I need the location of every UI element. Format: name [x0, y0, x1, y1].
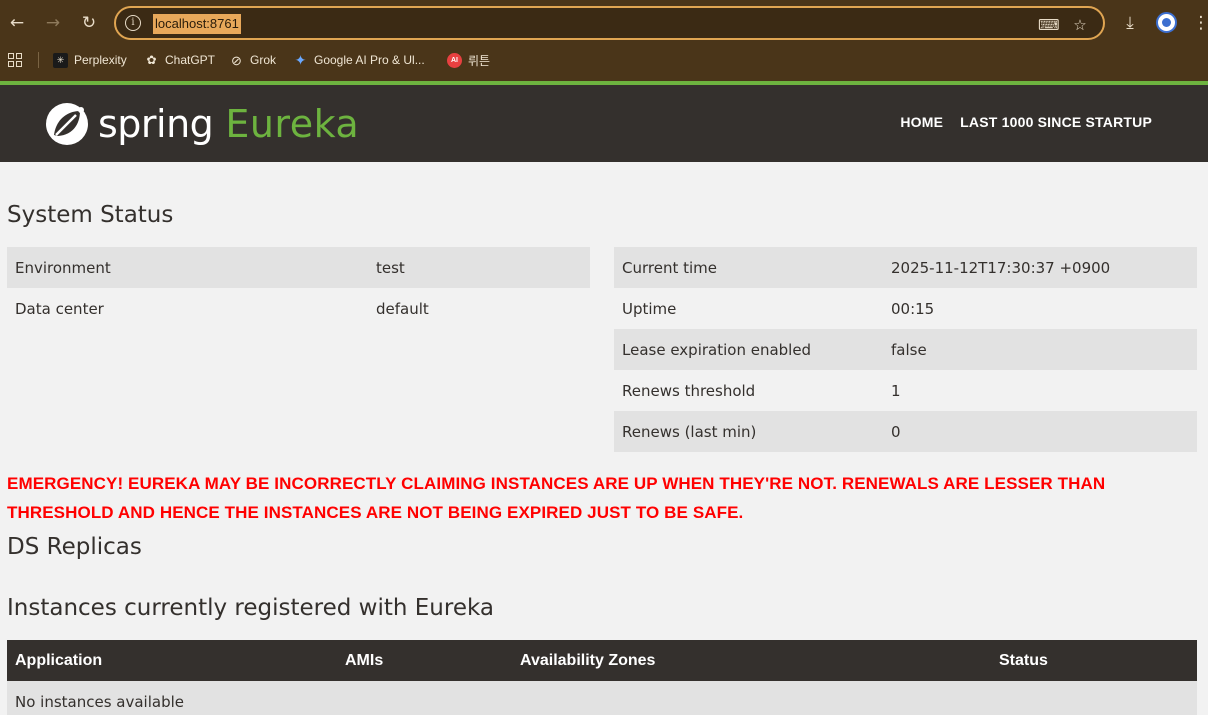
table-row: Current time 2025-11-12T17:30:37 +0900: [614, 247, 1197, 288]
status-value: 2025-11-12T17:30:37 +0900: [891, 258, 1111, 277]
bookmark-grok[interactable]: ⊘ Grok: [229, 50, 276, 70]
reload-icon[interactable]: ↻: [78, 12, 100, 34]
system-status-right-table: Current time 2025-11-12T17:30:37 +0900 U…: [614, 247, 1197, 452]
table-header-row: Application AMIs Availability Zones Stat…: [7, 640, 1197, 681]
logo-spring-text: spring: [98, 102, 214, 146]
status-label: Environment: [15, 258, 111, 277]
no-instances-message: No instances available: [7, 681, 1197, 715]
table-row: Uptime 00:15: [614, 288, 1197, 329]
status-value: test: [376, 258, 405, 277]
forward-arrow-icon[interactable]: →: [42, 12, 64, 34]
table-row: Renews (last min) 0: [614, 411, 1197, 452]
site-info-icon[interactable]: i: [125, 15, 141, 31]
status-value: 00:15: [891, 299, 935, 318]
bookmark-chatgpt[interactable]: ✿ ChatGPT: [144, 50, 215, 70]
more-menu-icon[interactable]: ⋮: [1190, 12, 1208, 34]
status-label: Current time: [622, 258, 717, 277]
status-label: Data center: [15, 299, 104, 318]
chatgpt-icon: ✿: [146, 52, 157, 67]
emergency-warning: EMERGENCY! EUREKA MAY BE INCORRECTLY CLA…: [7, 474, 1106, 522]
status-label: Uptime: [622, 299, 677, 318]
gemini-icon: ✦: [294, 51, 307, 68]
system-status-title: System Status: [7, 202, 174, 228]
bookmark-star-icon[interactable]: ☆: [1070, 15, 1090, 35]
bookmark-label: 뤼튼: [468, 53, 491, 68]
table-row: Renews threshold 1: [614, 370, 1197, 411]
nav-home-link[interactable]: HOME: [900, 114, 943, 130]
column-header-application: Application: [7, 640, 337, 681]
status-value: 1: [891, 381, 901, 400]
bookmark-label: Grok: [250, 53, 277, 67]
bookmark-perplexity[interactable]: ✳ Perplexity: [53, 50, 127, 70]
translate-icon[interactable]: ⌨: [1038, 15, 1060, 35]
spring-leaf-icon: [46, 103, 88, 145]
table-row: Lease expiration enabled false: [614, 329, 1197, 370]
wrtn-icon: AI: [447, 52, 462, 68]
download-icon[interactable]: ⤓: [1119, 12, 1141, 34]
instances-table: Application AMIs Availability Zones Stat…: [7, 640, 1197, 715]
status-value: 0: [891, 422, 901, 441]
bookmarks-bar: ✳ Perplexity ✿ ChatGPT ⊘ Grok ✦ Google A…: [0, 46, 1208, 74]
address-bar[interactable]: i localhost:8761 ⌨ ☆: [114, 6, 1105, 40]
grok-icon: ⊘: [231, 52, 242, 68]
table-row: No instances available: [7, 681, 1197, 715]
url-text[interactable]: localhost:8761: [153, 14, 241, 34]
column-header-status: Status: [991, 640, 1197, 681]
browser-toolbar: ← → ↻ i localhost:8761 ⌨ ☆ ⤓ ⋮ ✳ Perplex…: [0, 0, 1208, 81]
system-status-left-table: Environment test Data center default: [7, 247, 590, 329]
status-label: Renews threshold: [622, 381, 756, 400]
back-arrow-icon[interactable]: ←: [6, 12, 28, 34]
bookmark-google-ai[interactable]: ✦ Google AI Pro & Ul...: [293, 50, 425, 70]
instances-title: Instances currently registered with Eure…: [7, 595, 494, 621]
status-value: false: [891, 340, 927, 359]
bookmark-label: Perplexity: [74, 53, 127, 67]
bookmark-label: Google AI Pro & Ul...: [314, 53, 425, 67]
profile-avatar[interactable]: [1156, 12, 1177, 33]
table-row: Environment test: [7, 247, 590, 288]
perplexity-icon: ✳: [53, 52, 68, 68]
bookmark-label: ChatGPT: [165, 53, 216, 67]
eureka-navbar: spring Eureka HOME LAST 1000 SINCE START…: [0, 85, 1208, 162]
table-row: Data center default: [7, 288, 590, 329]
status-label: Lease expiration enabled: [622, 340, 812, 359]
ds-replicas-title: DS Replicas: [7, 534, 142, 560]
nav-last1000-link[interactable]: LAST 1000 SINCE STARTUP: [960, 114, 1152, 130]
nav-links: HOME LAST 1000 SINCE STARTUP: [900, 114, 1152, 130]
column-header-amis: AMIs: [337, 640, 512, 681]
spring-eureka-logo[interactable]: spring Eureka: [44, 101, 359, 147]
status-label: Renews (last min): [622, 422, 757, 441]
bookmark-wrtn[interactable]: AI 뤼튼: [447, 50, 490, 70]
apps-grid-icon[interactable]: [8, 53, 22, 67]
bookmark-separator: [38, 52, 39, 68]
logo-eureka-text: Eureka: [225, 102, 360, 146]
column-header-availability-zones: Availability Zones: [512, 640, 991, 681]
status-value: default: [376, 299, 429, 318]
